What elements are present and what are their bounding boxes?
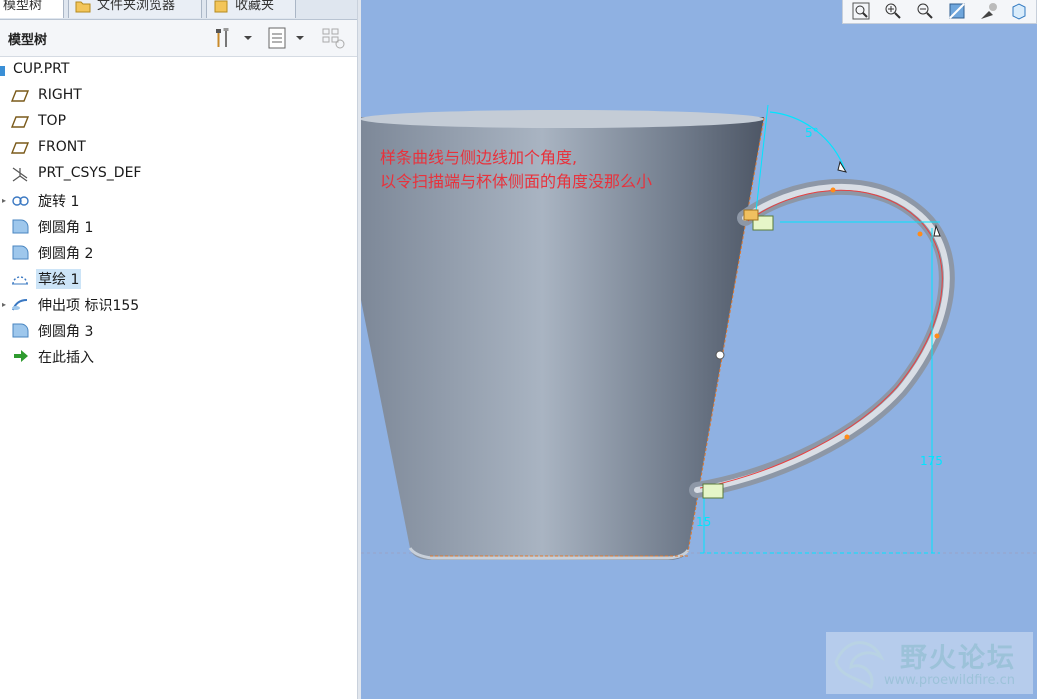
folder-icon (75, 1, 91, 12)
saved-views-icon[interactable] (979, 1, 999, 21)
expand-icon[interactable]: ▸ (2, 196, 6, 205)
tree-item-sweep-id155[interactable]: ▸ 伸出项 标识155 (0, 291, 357, 317)
round-icon (12, 323, 29, 338)
tree-item-label: 草绘 1 (36, 269, 82, 289)
tree-item-label: TOP (38, 113, 67, 129)
tab-label: 文件夹浏览器 (97, 0, 176, 13)
panel-title: 模型树 (8, 33, 48, 48)
angle-dimension-arc (769, 111, 846, 171)
round-icon (12, 245, 29, 260)
refit-view-icon[interactable] (947, 1, 967, 21)
show-hide-icon[interactable] (320, 26, 348, 50)
tree-item-label: 倒圆角 2 (38, 246, 94, 262)
tree-item-round-2[interactable]: 倒圆角 2 (0, 239, 357, 265)
offset-dimension[interactable]: 15 (696, 515, 711, 529)
tangent-constraint-marker[interactable] (702, 483, 724, 499)
revolve-icon (12, 196, 29, 206)
annotation-line-2: 以令扫描端与杯体侧面的角度没那么小 (380, 172, 653, 191)
chevron-down-icon[interactable] (242, 26, 254, 50)
datum-plane-icon (11, 142, 29, 154)
tools-icon[interactable] (212, 26, 236, 50)
tab-favorites[interactable]: 收藏夹 (206, 0, 296, 18)
cup-rim (361, 110, 764, 128)
angle-dimension[interactable]: 5° (805, 126, 819, 140)
tree-item-round-1[interactable]: 倒圆角 1 (0, 213, 357, 239)
panel-tabs: 模型树 文件夹浏览器 收藏夹 (0, 0, 357, 20)
drag-handle[interactable] (715, 350, 725, 360)
tree-item-sketch-1[interactable]: 草绘 1 (0, 265, 357, 291)
tab-label: 收藏夹 (235, 0, 275, 13)
insert-arrow-icon (14, 350, 28, 362)
display-style-icon[interactable] (1009, 1, 1029, 21)
tab-label: 模型树 (3, 0, 43, 13)
model-tree-panel: 模型树 文件夹浏览器 收藏夹 模型树 CUP.PRT RIGHT TOP FRO… (0, 0, 357, 699)
sweep-icon (12, 299, 28, 311)
tree-item-label: 在此插入 (38, 350, 94, 366)
annotation-note: 样条曲线与侧边线加个角度, 以令扫描端与杯体侧面的角度没那么小 (380, 146, 652, 194)
tab-folder-browser[interactable]: 文件夹浏览器 (68, 0, 202, 18)
chevron-down-icon[interactable] (294, 26, 306, 50)
datum-plane-icon (11, 116, 29, 128)
sketch-icon (12, 276, 28, 285)
tree-item-label: CUP.PRT (13, 61, 70, 77)
graphics-viewport[interactable]: 5° 175 15 (361, 0, 1037, 699)
tab-model-tree[interactable]: 模型树 (0, 0, 64, 18)
view-toolbar (842, 0, 1037, 24)
zoom-out-icon[interactable] (915, 1, 935, 21)
constraint-marker[interactable] (743, 209, 759, 221)
datum-plane-icon (11, 90, 29, 102)
tree-item-round-3[interactable]: 倒圆角 3 (0, 317, 357, 343)
watermark-text: 野火论坛 (900, 643, 1016, 674)
tree-item-label: PRT_CSYS_DEF (38, 165, 142, 181)
tree-item-label: 旋转 1 (38, 194, 80, 210)
model-tree-toolbar: 模型树 (0, 20, 357, 57)
tree-item-cup-prt[interactable]: CUP.PRT (0, 57, 357, 83)
tree-item-label: FRONT (38, 139, 86, 155)
tree-item-label: 伸出项 标识155 (38, 298, 140, 314)
tree-item-right[interactable]: RIGHT (0, 83, 357, 109)
tree-item-front[interactable]: FRONT (0, 135, 357, 161)
tree-item-revolve-1[interactable]: ▸ 旋转 1 (0, 187, 357, 213)
csys-icon (12, 167, 28, 182)
cup-model-view: 5° 175 15 (361, 104, 1037, 560)
height-dimension[interactable]: 175 (920, 454, 943, 468)
zoom-fit-icon[interactable] (851, 1, 871, 21)
tree-item-label: 倒圆角 1 (38, 220, 94, 236)
settings-list-icon[interactable] (266, 26, 290, 50)
expand-icon[interactable]: ▸ (2, 300, 6, 309)
tree-item-top[interactable]: TOP (0, 109, 357, 135)
favorites-icon (214, 0, 228, 12)
watermark-url: www.proewildfire.cn (884, 673, 1015, 688)
tree-item-label: RIGHT (38, 87, 82, 103)
tree-item-insert-here[interactable]: 在此插入 (0, 343, 357, 369)
tree-item-prt-csys-def[interactable]: PRT_CSYS_DEF (0, 161, 357, 187)
round-icon (12, 219, 29, 234)
annotation-line-1: 样条曲线与侧边线加个角度, (380, 148, 578, 167)
zoom-in-icon[interactable] (883, 1, 903, 21)
tree-item-label: 倒圆角 3 (38, 324, 94, 340)
